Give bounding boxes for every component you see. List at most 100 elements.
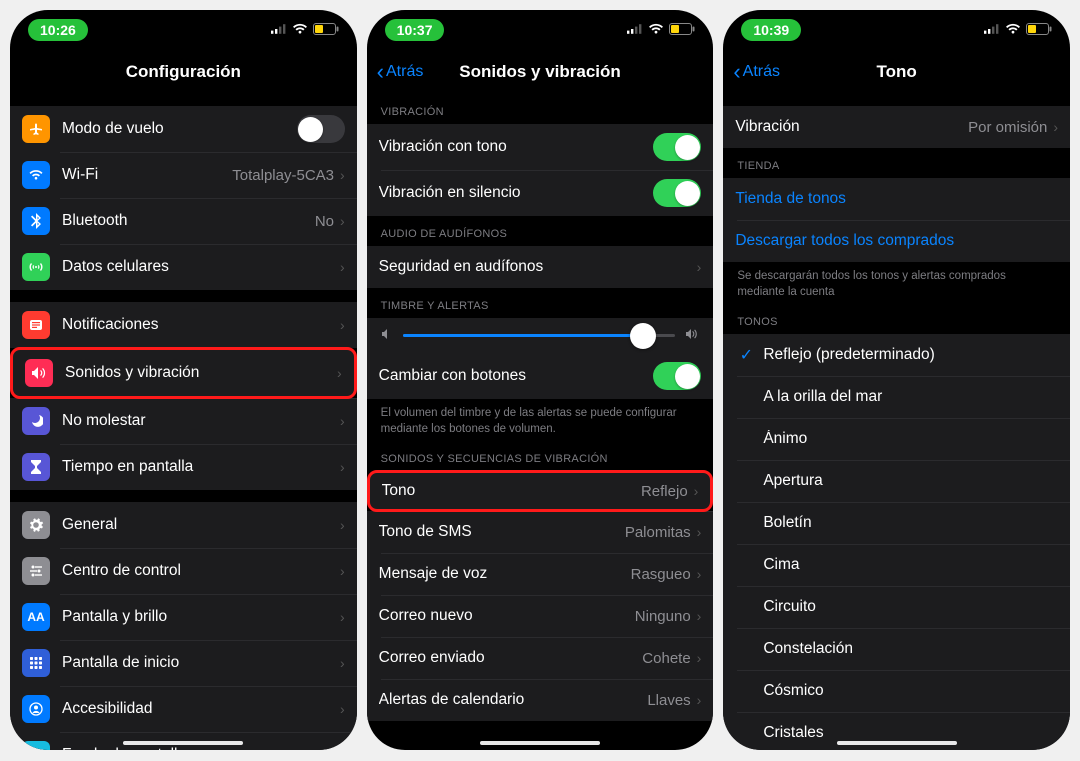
settings-cell[interactable]: Boletín xyxy=(723,502,1070,544)
chevron-right-icon: › xyxy=(340,213,345,229)
phone-screen-1: 10:37 ‹AtrásSonidos y vibración VIBRACIÓ… xyxy=(367,10,714,750)
toggle-switch[interactable] xyxy=(653,133,701,161)
settings-cell[interactable]: Cambiar con botones xyxy=(367,353,714,399)
settings-cell[interactable]: Accesibilidad › xyxy=(10,686,357,732)
cell-label: Pantalla de inicio xyxy=(62,654,340,672)
cell-label: Tono de SMS xyxy=(379,523,625,541)
settings-cell[interactable]: Notificaciones › xyxy=(10,302,357,348)
cell-label: Tiempo en pantalla xyxy=(62,458,340,476)
time-pill[interactable]: 10:26 xyxy=(28,19,88,41)
cell-label: Notificaciones xyxy=(62,316,340,334)
section-footnote: El volumen del timbre y de las alertas s… xyxy=(367,399,714,441)
settings-cell[interactable]: Vibración en silencio xyxy=(367,170,714,216)
cell-label: Accesibilidad xyxy=(62,700,340,718)
settings-cell[interactable]: Constelación xyxy=(723,628,1070,670)
settings-cell[interactable]: Wi-Fi Totalplay-5CA3› xyxy=(10,152,357,198)
section-header: TIENDA xyxy=(723,148,1070,178)
settings-cell[interactable]: Centro de control › xyxy=(10,548,357,594)
settings-cell[interactable]: General › xyxy=(10,502,357,548)
home-indicator[interactable] xyxy=(123,741,243,745)
settings-cell[interactable]: Circuito xyxy=(723,586,1070,628)
settings-cell[interactable]: Seguridad en audífonos › xyxy=(367,246,714,288)
cell-label: No molestar xyxy=(62,412,340,430)
chevron-right-icon: › xyxy=(694,483,699,499)
status-icons xyxy=(984,22,1052,38)
time-pill[interactable]: 10:39 xyxy=(741,19,801,41)
cell-value: Rasgueo xyxy=(631,566,691,583)
settings-cell[interactable]: Sonidos y vibración › xyxy=(10,347,357,399)
wifi-icon xyxy=(648,22,664,38)
home-indicator[interactable] xyxy=(837,741,957,745)
toggle-switch[interactable] xyxy=(653,362,701,390)
settings-cell[interactable]: Descargar todos los comprados xyxy=(723,220,1070,262)
cell-label: Vibración con tono xyxy=(379,138,654,156)
content-area[interactable]: Modo de vuelo Wi-Fi Totalplay-5CA3› Blue… xyxy=(10,94,357,750)
settings-cell[interactable]: Apertura xyxy=(723,460,1070,502)
volume-slider[interactable] xyxy=(403,334,676,337)
cell-label: Ánimo xyxy=(763,430,1058,448)
settings-cell[interactable]: Datos celulares › xyxy=(10,244,357,290)
chevron-right-icon: › xyxy=(340,609,345,625)
settings-cell[interactable]: Correo enviado Cohete› xyxy=(367,637,714,679)
cell-label: Descargar todos los comprados xyxy=(735,232,1058,250)
chevron-right-icon: › xyxy=(340,317,345,333)
cell-value: Totalplay-5CA3 xyxy=(232,167,334,184)
settings-cell[interactable]: Vibración con tono xyxy=(367,124,714,170)
back-button[interactable]: ‹Atrás xyxy=(733,61,780,83)
settings-cell[interactable]: Vibración Por omisión› xyxy=(723,106,1070,148)
settings-cell[interactable]: Alertas de calendario Llaves› xyxy=(367,679,714,721)
time-pill[interactable]: 10:37 xyxy=(385,19,445,41)
settings-cell[interactable]: No molestar › xyxy=(10,398,357,444)
cell-value: Llaves xyxy=(647,692,690,709)
settings-cell[interactable]: Cima xyxy=(723,544,1070,586)
settings-cell[interactable]: Correo nuevo Ninguno› xyxy=(367,595,714,637)
chevron-right-icon: › xyxy=(697,608,702,624)
cell-value: Palomitas xyxy=(625,524,691,541)
section-header: SONIDOS Y SECUENCIAS DE VIBRACIÓN xyxy=(367,441,714,471)
home-indicator[interactable] xyxy=(480,741,600,745)
nav-header: ‹AtrásSonidos y vibración xyxy=(367,50,714,94)
cell-value: No xyxy=(315,213,334,230)
airplane-icon xyxy=(22,115,50,143)
speaker-icon xyxy=(25,359,53,387)
cell-value: Ninguno xyxy=(635,608,691,625)
page-title: Tono xyxy=(877,62,917,82)
cell-label: A la orilla del mar xyxy=(763,388,1058,406)
settings-cell[interactable]: Tiempo en pantalla › xyxy=(10,444,357,490)
switches-icon xyxy=(22,557,50,585)
cellular-icon xyxy=(22,253,50,281)
back-button[interactable]: ‹Atrás xyxy=(377,61,424,83)
settings-cell[interactable]: AA Pantalla y brillo › xyxy=(10,594,357,640)
cell-label: Sonidos y vibración xyxy=(65,364,337,382)
settings-cell[interactable]: Mensaje de voz Rasgueo› xyxy=(367,553,714,595)
cell-label: Fondo de pantalla xyxy=(62,746,340,750)
settings-cell[interactable]: A la orilla del mar xyxy=(723,376,1070,418)
settings-cell[interactable]: Tono de SMS Palomitas› xyxy=(367,511,714,553)
cell-label: Datos celulares xyxy=(62,258,340,276)
cell-label: Apertura xyxy=(763,472,1058,490)
settings-cell[interactable]: Modo de vuelo xyxy=(10,106,357,152)
settings-cell[interactable]: Pantalla de inicio › xyxy=(10,640,357,686)
cell-label: Tono xyxy=(382,482,641,500)
settings-cell[interactable]: Tono Reflejo› xyxy=(367,470,714,512)
toggle-switch[interactable] xyxy=(297,115,345,143)
chevron-right-icon: › xyxy=(697,650,702,666)
content-area[interactable]: VIBRACIÓN Vibración con tono Vibración e… xyxy=(367,94,714,750)
settings-cell[interactable]: Tienda de tonos xyxy=(723,178,1070,220)
volume-slider-cell[interactable] xyxy=(367,318,714,353)
settings-cell[interactable]: Bluetooth No› xyxy=(10,198,357,244)
settings-cell[interactable]: Ánimo xyxy=(723,418,1070,460)
settings-cell[interactable]: Cósmico xyxy=(723,670,1070,712)
moon-icon xyxy=(22,407,50,435)
cell-label: Correo enviado xyxy=(379,649,643,667)
slider-thumb[interactable] xyxy=(630,323,656,349)
status-icons xyxy=(627,22,695,38)
content-area[interactable]: Vibración Por omisión› TIENDA Tienda de … xyxy=(723,94,1070,750)
toggle-switch[interactable] xyxy=(653,179,701,207)
nav-header: ‹Atrás Tono xyxy=(723,50,1070,94)
settings-cell[interactable]: ✓ Reflejo (predeterminado) xyxy=(723,334,1070,376)
cell-label: Vibración en silencio xyxy=(379,184,654,202)
signal-icon xyxy=(984,22,1000,38)
chevron-right-icon: › xyxy=(340,459,345,475)
section-footnote: Se descargarán todos los tonos y alertas… xyxy=(723,262,1070,304)
